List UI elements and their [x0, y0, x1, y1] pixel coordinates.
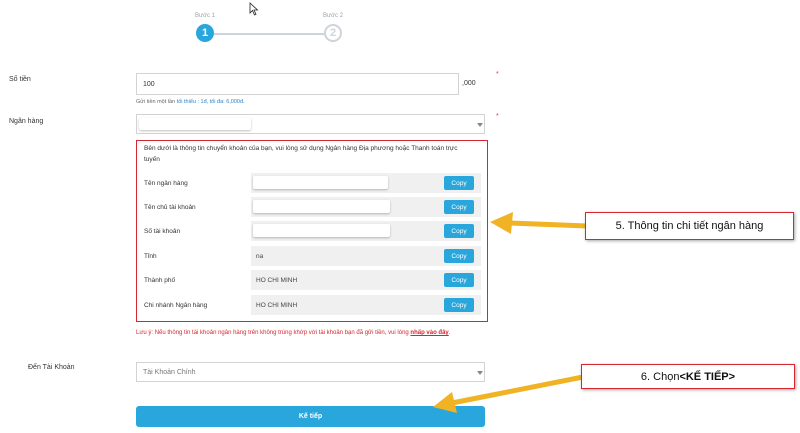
callout-next-prefix: 6. Chọn [640, 370, 680, 383]
callout-next: 6. Chọn <KẾ TIẾP> [581, 364, 795, 389]
callout-next-bold: <KẾ TIẾP> [679, 370, 736, 383]
callout-bank-info: 5. Thông tin chi tiết ngân hàng [585, 212, 794, 240]
arrow-to-bank-panel [490, 212, 588, 234]
arrow-to-next-button [433, 374, 584, 413]
